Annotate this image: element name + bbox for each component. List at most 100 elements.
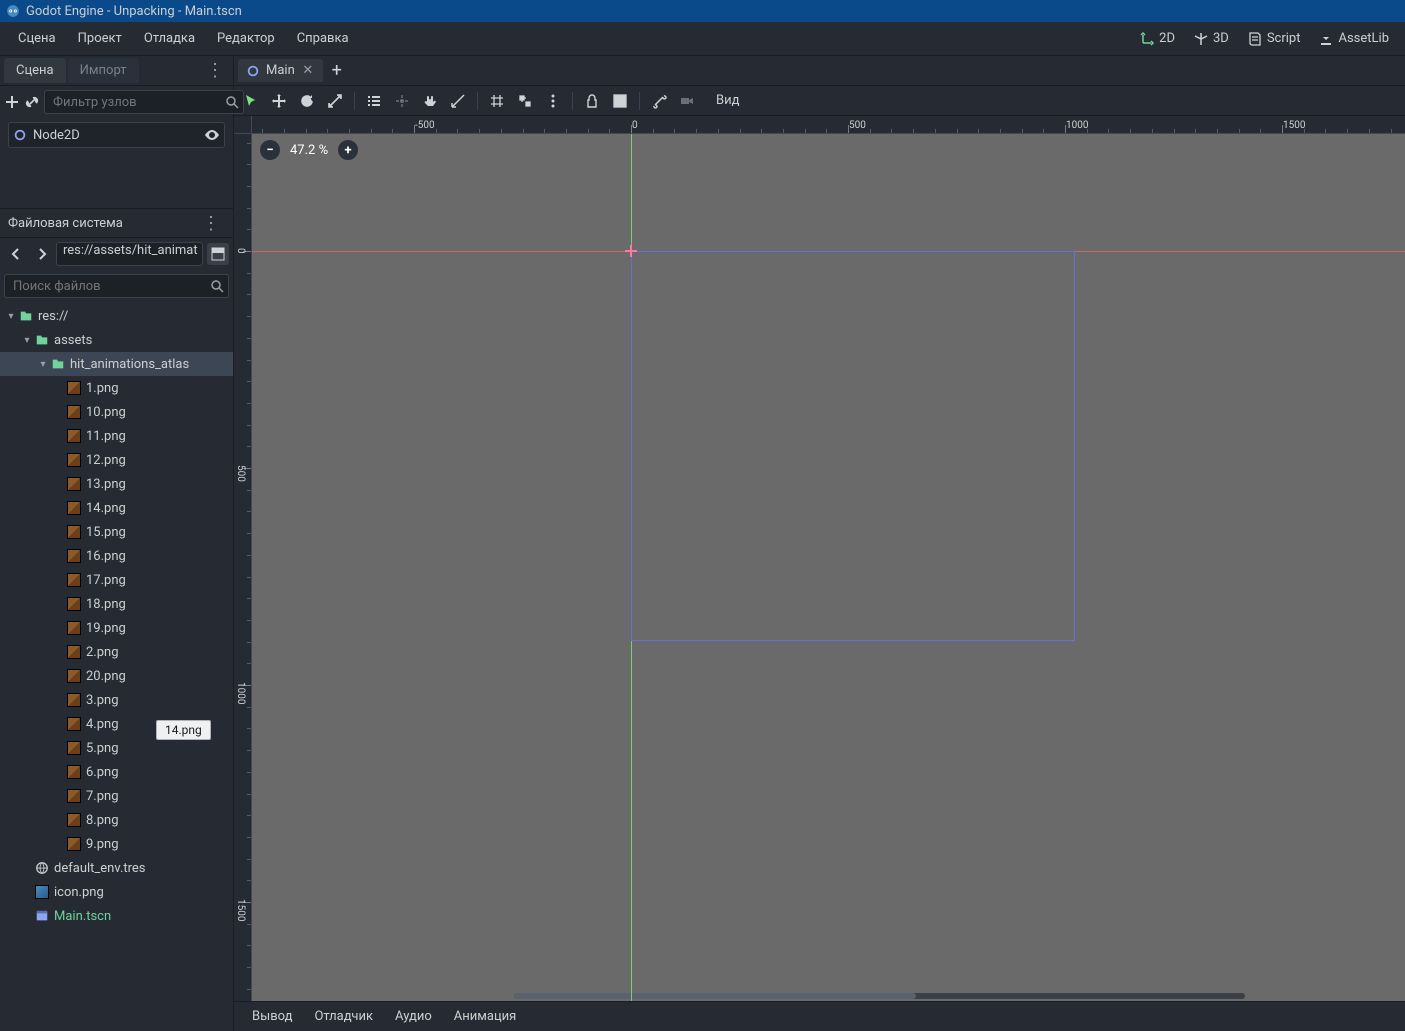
fs-item[interactable]: 18.png (0, 592, 233, 616)
ruler-corner (234, 116, 252, 134)
fs-item[interactable]: 9.png (0, 832, 233, 856)
left-dock: Сцена Импорт ⋮ Node2D Файловая система ⋮ (0, 56, 234, 1031)
menubar: Сцена Проект Отладка Редактор Справка 2D… (0, 22, 1405, 56)
fs-item[interactable]: 3.png (0, 688, 233, 712)
tab-import[interactable]: Импорт (68, 58, 139, 83)
close-tab-icon[interactable]: ✕ (301, 64, 315, 78)
scene-tab-main[interactable]: Main ✕ (238, 59, 323, 82)
fs-item[interactable]: ▾hit_animations_atlas (0, 352, 233, 376)
fs-item[interactable]: 12.png (0, 448, 233, 472)
bottom-tab-animation[interactable]: Анимация (444, 1003, 527, 1030)
fs-item-label: res:// (38, 309, 68, 324)
fs-item[interactable]: 17.png (0, 568, 233, 592)
fs-item[interactable]: 8.png (0, 808, 233, 832)
lock-button[interactable] (579, 88, 605, 114)
filesystem-search-input[interactable] (4, 274, 229, 298)
menu-project[interactable]: Проект (68, 25, 132, 52)
nav-forward-button[interactable] (30, 242, 54, 266)
fs-item-label: hit_animations_atlas (70, 357, 189, 372)
scene-dock-tabs: Сцена Импорт ⋮ (0, 56, 233, 86)
fs-item-label: 6.png (86, 765, 119, 780)
fs-item[interactable]: 1.png (0, 376, 233, 400)
tool-scale-button[interactable] (322, 88, 348, 114)
zoom-out-button[interactable]: − (260, 140, 280, 160)
fs-item[interactable]: 20.png (0, 664, 233, 688)
fs-item-label: 12.png (86, 453, 126, 468)
fs-item-label: 15.png (86, 525, 126, 540)
scene-root-node[interactable]: Node2D (8, 122, 225, 148)
fs-item[interactable]: 6.png (0, 760, 233, 784)
add-node-button[interactable] (4, 90, 20, 114)
visibility-icon[interactable] (204, 127, 220, 143)
file-icon (66, 788, 82, 804)
fs-item[interactable]: icon.png (0, 880, 233, 904)
fs-item[interactable]: 11.png (0, 424, 233, 448)
filesystem-split-button[interactable] (207, 243, 229, 265)
godot-icon (6, 4, 20, 18)
tool-ruler-button[interactable] (445, 88, 471, 114)
file-icon (66, 692, 82, 708)
mode-script-button[interactable]: Script (1239, 27, 1309, 51)
fs-item[interactable]: 7.png (0, 784, 233, 808)
viewport[interactable]: -500050010001500 050010001500 − 47.2 % + (234, 116, 1405, 1001)
tool-rotate-button[interactable] (294, 88, 320, 114)
menu-editor[interactable]: Редактор (207, 25, 285, 52)
filesystem-path[interactable]: res://assets/hit_animat (56, 242, 203, 266)
file-icon (66, 452, 82, 468)
fs-item[interactable]: 10.png (0, 400, 233, 424)
search-icon (224, 94, 240, 110)
mode-3d-label: 3D (1213, 31, 1229, 46)
snap-smart-button[interactable] (512, 88, 538, 114)
file-icon (66, 572, 82, 588)
fs-item[interactable]: 14.png (0, 496, 233, 520)
file-icon (66, 668, 82, 684)
fs-item[interactable]: default_env.tres (0, 856, 233, 880)
fs-item[interactable]: 13.png (0, 472, 233, 496)
fs-item-label: 1.png (86, 381, 119, 396)
scene-dock-menu-icon[interactable]: ⋮ (202, 56, 229, 85)
fs-item[interactable]: 16.png (0, 544, 233, 568)
mode-3d-button[interactable]: 3D (1185, 27, 1237, 51)
filesystem-tree[interactable]: ▾res://▾assets▾hit_animations_atlas 1.png… (0, 302, 233, 1031)
viewport-rect (631, 251, 1075, 641)
viewport-scrollbar[interactable] (514, 993, 1245, 999)
bottom-tab-audio[interactable]: Аудио (385, 1003, 442, 1030)
mode-assetlib-button[interactable]: AssetLib (1310, 27, 1397, 51)
add-scene-tab-button[interactable]: + (325, 59, 349, 83)
filesystem-menu-icon[interactable]: ⋮ (198, 209, 225, 238)
bone-button[interactable] (646, 88, 672, 114)
scene-tree: Node2D (0, 118, 233, 208)
snap-options-button[interactable] (540, 88, 566, 114)
camera-override-button[interactable] (674, 88, 700, 114)
tab-scene[interactable]: Сцена (4, 58, 66, 83)
fs-item[interactable]: ▾res:// (0, 304, 233, 328)
link-node-button[interactable] (24, 90, 40, 114)
fs-item[interactable]: 2.png (0, 640, 233, 664)
fs-item[interactable]: ▾assets (0, 328, 233, 352)
ruler-vertical: 050010001500 (234, 134, 252, 1001)
menu-help[interactable]: Справка (287, 25, 359, 52)
fs-item[interactable]: 19.png (0, 616, 233, 640)
fs-item[interactable]: 15.png (0, 520, 233, 544)
tool-pan-button[interactable] (417, 88, 443, 114)
file-icon (66, 716, 82, 732)
nav-back-button[interactable] (4, 242, 28, 266)
file-icon (66, 524, 82, 540)
fs-item-label: 20.png (86, 669, 126, 684)
tool-pivot-button[interactable] (389, 88, 415, 114)
scene-filter-input[interactable] (44, 90, 244, 114)
mode-2d-button[interactable]: 2D (1131, 27, 1183, 51)
view-menu[interactable]: Вид (708, 89, 747, 112)
group-button[interactable] (607, 88, 633, 114)
zoom-controls: − 47.2 % + (260, 140, 358, 160)
menu-scene[interactable]: Сцена (8, 25, 66, 52)
fs-item[interactable]: Main.tscn (0, 904, 233, 928)
bottom-tab-debugger[interactable]: Отладчик (304, 1003, 383, 1030)
snap-grid-button[interactable] (484, 88, 510, 114)
bottom-tab-output[interactable]: Вывод (242, 1003, 302, 1030)
menu-debug[interactable]: Отладка (134, 25, 205, 52)
fs-item-label: Main.tscn (54, 909, 111, 924)
tool-move-button[interactable] (266, 88, 292, 114)
tool-list-button[interactable] (361, 88, 387, 114)
zoom-in-button[interactable]: + (338, 140, 358, 160)
